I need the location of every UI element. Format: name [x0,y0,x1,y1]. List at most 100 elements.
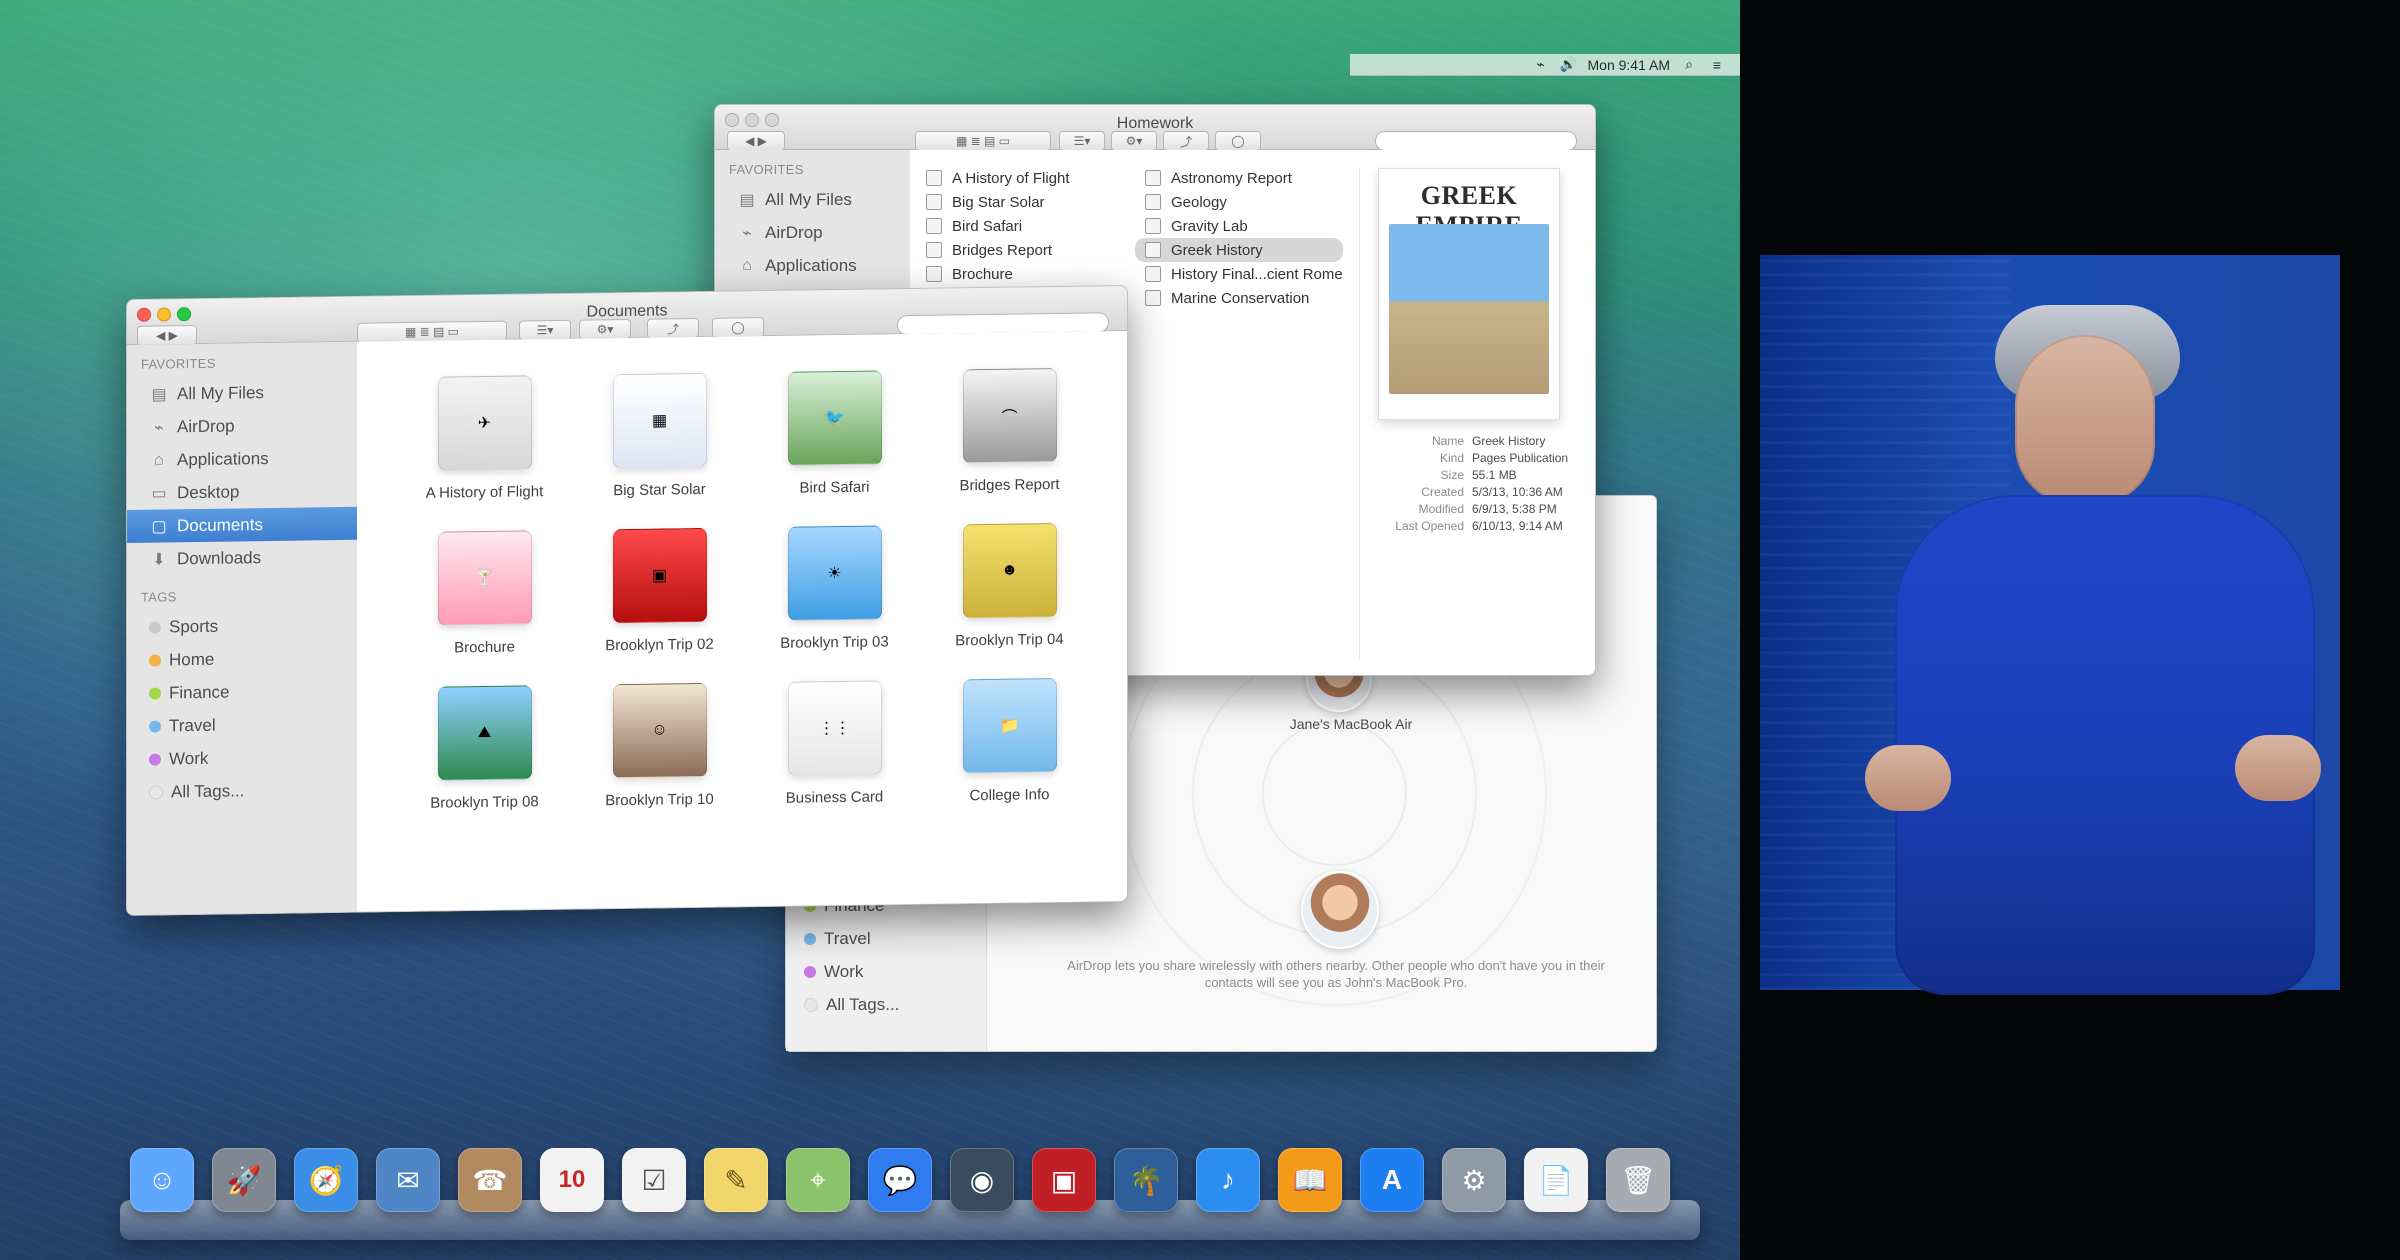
tag-color-dot [149,784,163,800]
favorites-heading: FAVORITES [141,355,216,372]
sidebar-item-desktop[interactable]: ▭ Desktop [127,474,357,510]
airdrop-tag-travel[interactable]: Travel [804,922,899,955]
list-item[interactable]: Geology [1145,190,1343,214]
system-preferences-icon[interactable]: ⚙ [1442,1148,1506,1212]
contacts-icon[interactable]: ☎ [458,1148,522,1212]
airdrop-tag-all[interactable]: All Tags... [804,988,899,1021]
tag-color-dot [804,965,816,978]
action-button[interactable]: ⚙▾ [1111,131,1157,151]
document-thumbnail: ☺ [612,682,707,779]
launchpad-icon[interactable]: 🚀 [212,1148,276,1212]
tags-button[interactable]: ◯ [1215,131,1261,151]
sidebar-tag-all-tags[interactable]: All Tags... [127,773,357,809]
share-button[interactable]: ⤴ [1163,131,1209,151]
sidebar-item-documents[interactable]: ▢ Documents [127,506,357,543]
sidebar-item-all-my-files[interactable]: ▤ All My Files [715,183,910,216]
mail-icon[interactable]: ✉ [376,1148,440,1212]
grid-item[interactable]: ☺ Brooklyn Trip 10 [572,676,747,833]
list-item[interactable]: Gravity Lab [1145,214,1343,238]
wifi-icon[interactable]: ⌁ [1532,56,1550,74]
sidebar-item-applications[interactable]: ⌂ Applications [127,441,357,477]
iphoto-icon[interactable]: 🌴 [1114,1148,1178,1212]
volume-icon[interactable]: 🔊 [1560,56,1578,74]
list-item[interactable]: Marine Conservation [1145,286,1343,310]
notes-icon[interactable]: ✎ [704,1148,768,1212]
facetime-icon[interactable]: ◉ [950,1148,1014,1212]
grid-item-label: Brooklyn Trip 08 [430,793,539,812]
grid-item[interactable]: ⛰ Brooklyn Trip 08 [397,679,572,836]
sidebar-tag-work[interactable]: Work [127,740,357,776]
back-forward-control[interactable]: ◀ ▶ [727,131,785,151]
grid-item[interactable]: ✈ A History of Flight [397,369,572,526]
list-item[interactable]: A History of Flight [926,166,1070,190]
sidebar-item-label: Desktop [177,481,240,502]
list-item-label: A History of Flight [952,169,1070,187]
photo-booth-icon[interactable]: ▣ [1032,1148,1096,1212]
search-icon[interactable]: ⌕ [1680,56,1698,74]
sidebar-tag-home[interactable]: Home [127,641,357,677]
airdrop-tag-work[interactable]: Work [804,955,899,988]
list-item[interactable]: History Final...cient Rome [1145,262,1343,286]
sidebar-item-downloads[interactable]: ⬇ Downloads [127,540,357,576]
itunes-icon[interactable]: ♪ [1196,1148,1260,1212]
grid-item-label: Big Star Solar [613,480,706,500]
action-button[interactable]: ⚙▾ [579,318,631,340]
tag-label: Finance [169,682,230,702]
sidebar-item-label: Applications [177,448,269,469]
grid-item[interactable]: 📁 College Info [922,671,1097,828]
airdrop-contact-label: Jane's MacBook Air [1289,716,1413,732]
safari-icon[interactable]: 🧭 [294,1148,358,1212]
homework-titlebar: Homework ◀ ▶ ▦ ≣ ▤ ▭ ☰▾ ⚙▾ ⤴ ◯ [715,105,1595,151]
sidebar-item-airdrop[interactable]: ⌁ AirDrop [127,408,357,444]
search-field[interactable] [1375,131,1577,151]
share-button[interactable]: ⤴ [647,317,699,339]
sidebar-item-airdrop[interactable]: ⌁ AirDrop [715,216,910,249]
view-switcher[interactable]: ▦ ≣ ▤ ▭ [915,131,1051,151]
arrange-button[interactable]: ☰▾ [519,319,571,341]
grid-item[interactable]: ⋮⋮ Business Card [747,674,922,831]
sidebar-tag-finance[interactable]: Finance [127,674,357,710]
meta-key: Name [1431,434,1464,448]
grid-item-label: A History of Flight [425,483,544,502]
reminders-icon[interactable]: ☑ [622,1148,686,1212]
grid-item[interactable]: 🐦 Bird Safari [747,364,922,521]
messages-icon[interactable]: 💬 [868,1148,932,1212]
list-item[interactable]: Astronomy Report [1145,166,1343,190]
sidebar-tag-travel[interactable]: Travel [127,707,357,743]
list-item[interactable]: Bird Safari [926,214,1070,238]
calendar-icon[interactable]: 10 [540,1148,604,1212]
grid-item[interactable]: ☀ Brooklyn Trip 03 [747,519,922,676]
list-item[interactable]: Brochure [926,262,1070,286]
grid-item[interactable]: 🍸 Brochure [397,524,572,681]
list-icon[interactable]: ≡ [1708,56,1726,74]
trash-icon[interactable]: 🗑 [1606,1148,1670,1212]
sidebar-item-applications[interactable]: ⌂ Applications [715,249,910,282]
grid-item-label: Brochure [454,638,515,657]
app-store-icon[interactable]: A [1360,1148,1424,1212]
tags-button[interactable]: ◯ [712,317,764,338]
meta-key: Modified [1418,502,1464,516]
back-forward-control[interactable]: ◀ ▶ [137,325,197,346]
maps-icon[interactable]: ⌖ [786,1148,850,1212]
homework-column-2: Astronomy Report Geology Gravity Lab Gre… [1135,166,1343,310]
tag-color-dot [149,621,161,634]
grid-item[interactable]: ▦ Big Star Solar [572,366,747,523]
tag-label: All Tags... [171,780,245,801]
ibooks-icon[interactable]: 📖 [1278,1148,1342,1212]
document-thumbnail: ▣ [612,527,707,624]
grid-item[interactable]: ▣ Brooklyn Trip 02 [572,521,747,678]
list-item[interactable]: Bridges Report [926,238,1070,262]
airdrop-message: AirDrop lets you share wirelessly with o… [1067,958,1605,990]
menu-clock[interactable]: Mon 9:41 AM [1588,57,1671,73]
arrange-button[interactable]: ☰▾ [1059,131,1105,151]
list-item-selected[interactable]: Greek History [1135,238,1343,262]
presenter-head [2015,335,2155,505]
finder-icon[interactable]: ☺ [130,1148,194,1212]
grid-item[interactable]: ☻ Brooklyn Trip 04 [922,516,1097,673]
sidebar-tag-sports[interactable]: Sports [127,608,357,644]
list-item[interactable]: Big Star Solar [926,190,1070,214]
sidebar-item-all-my-files[interactable]: ▤ All My Files [127,375,357,411]
preview-document-icon[interactable]: 📄 [1524,1148,1588,1212]
document-icon [1145,218,1161,234]
grid-item[interactable]: ⌒ Bridges Report [922,361,1097,518]
